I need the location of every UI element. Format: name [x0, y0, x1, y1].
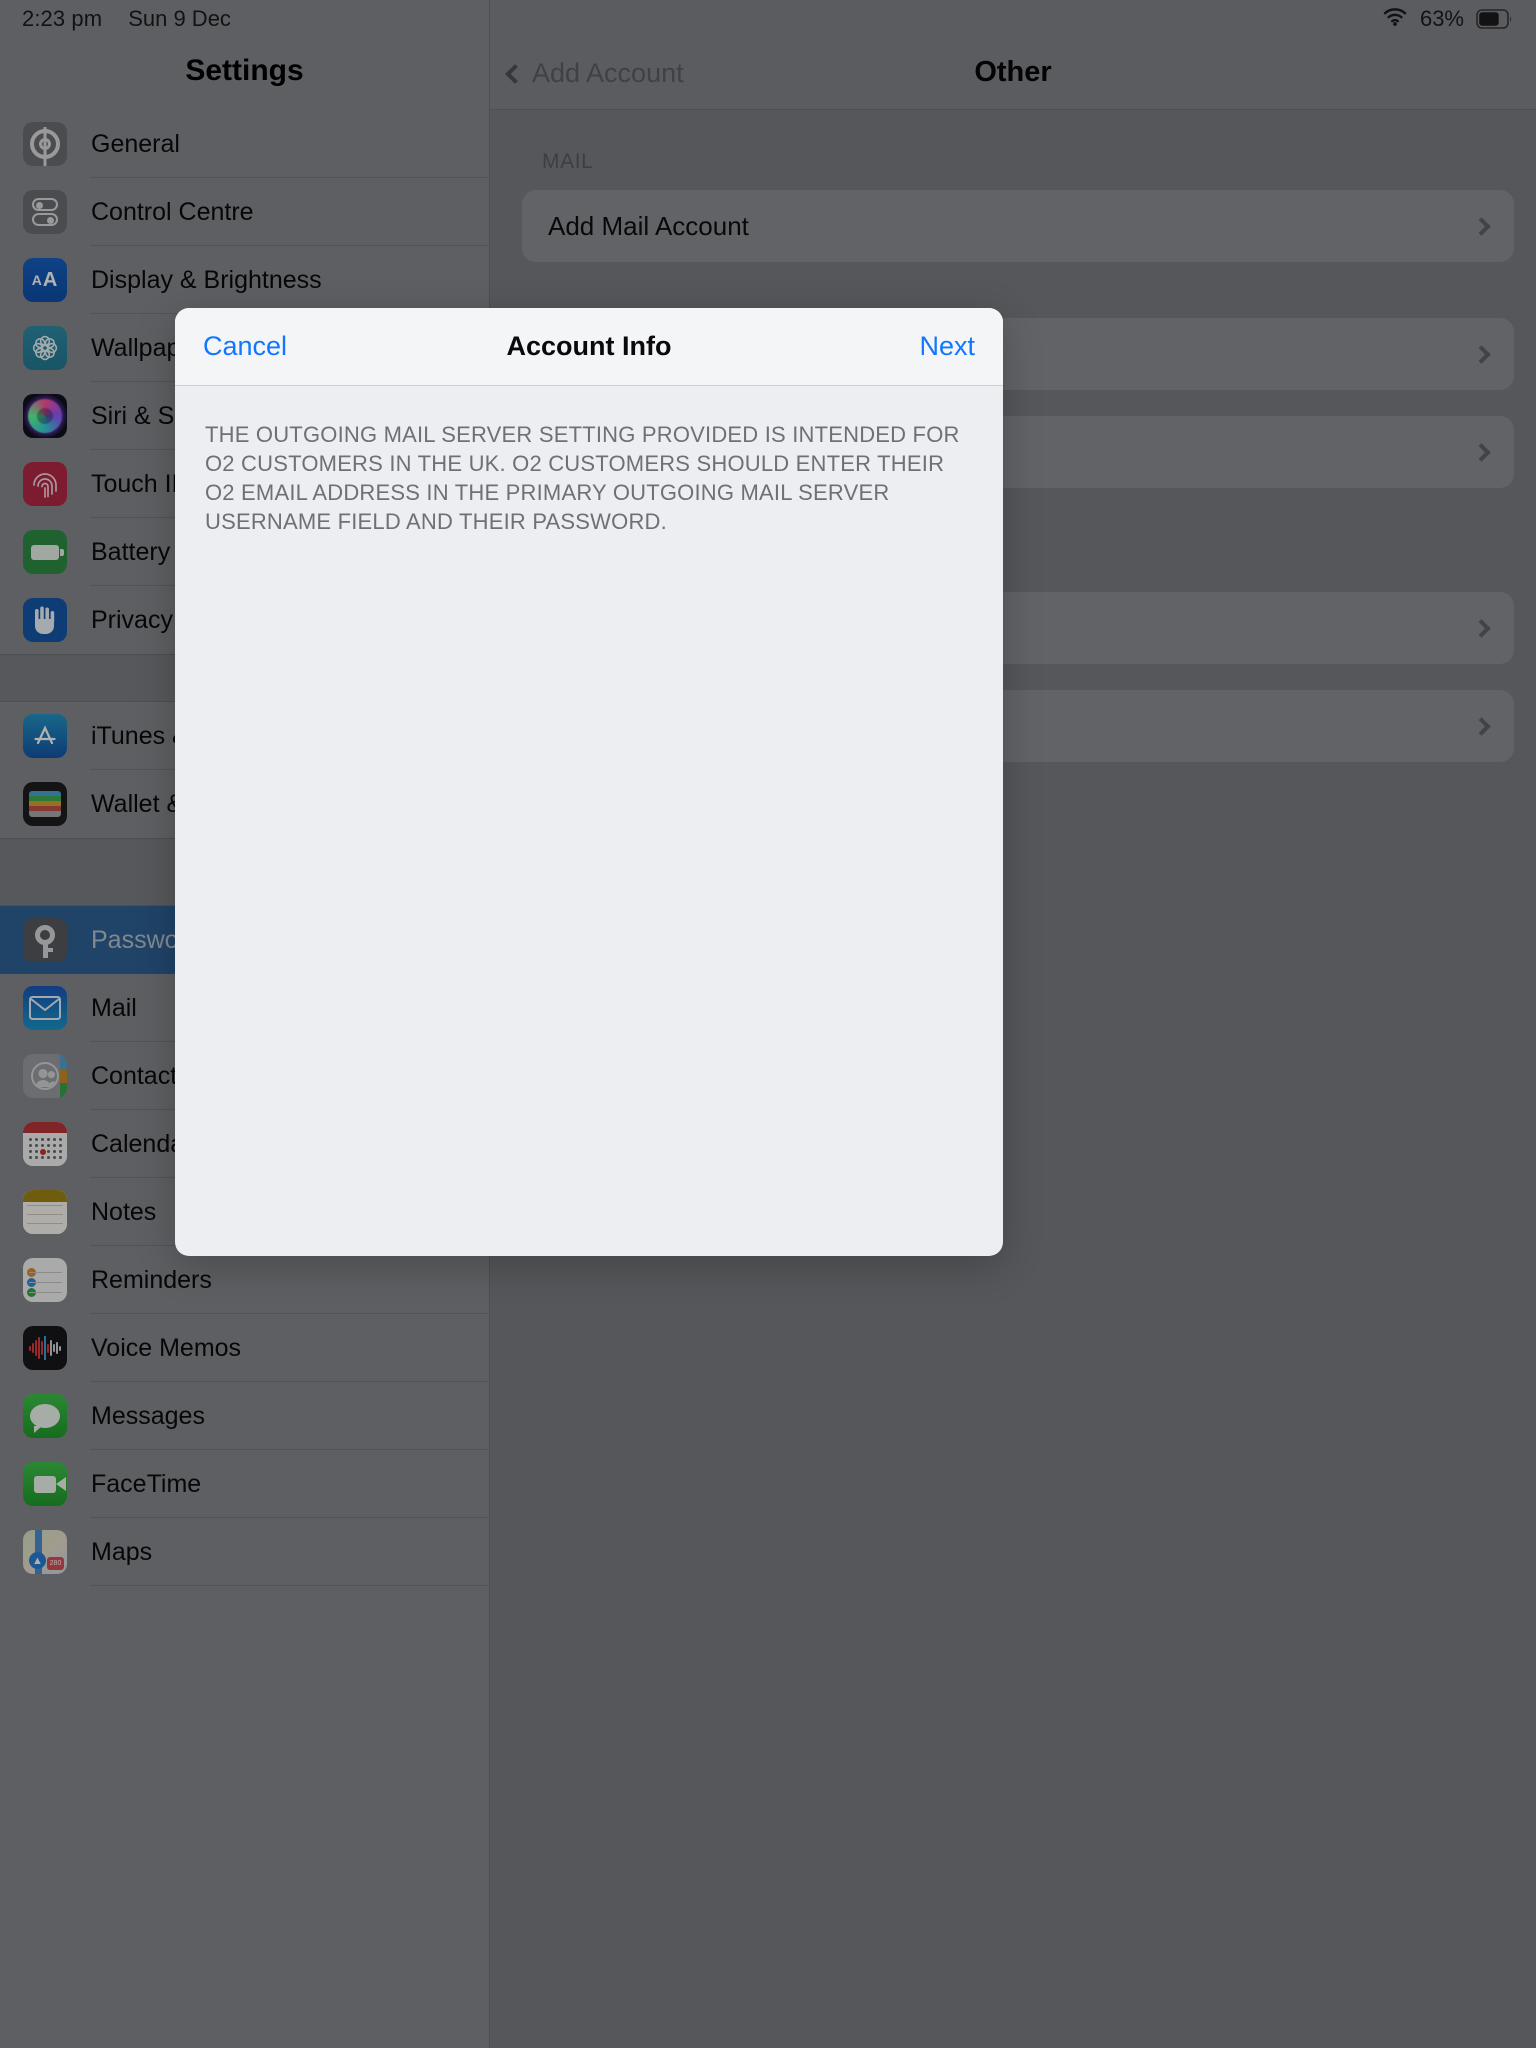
- modal-title: Account Info: [506, 331, 672, 361]
- screen-root: Settings General Control Centre A A Disp…: [0, 0, 1536, 2048]
- modal-header: Cancel Account Info Next: [175, 308, 1003, 386]
- modal-note-text: THE OUTGOING MAIL SERVER SETTING PROVIDE…: [205, 422, 960, 535]
- cancel-button[interactable]: Cancel: [203, 331, 287, 362]
- next-button[interactable]: Next: [919, 331, 975, 362]
- account-info-modal: Cancel Account Info Next THE OUTGOING MA…: [175, 308, 1003, 1256]
- modal-body: THE OUTGOING MAIL SERVER SETTING PROVIDE…: [175, 386, 1003, 536]
